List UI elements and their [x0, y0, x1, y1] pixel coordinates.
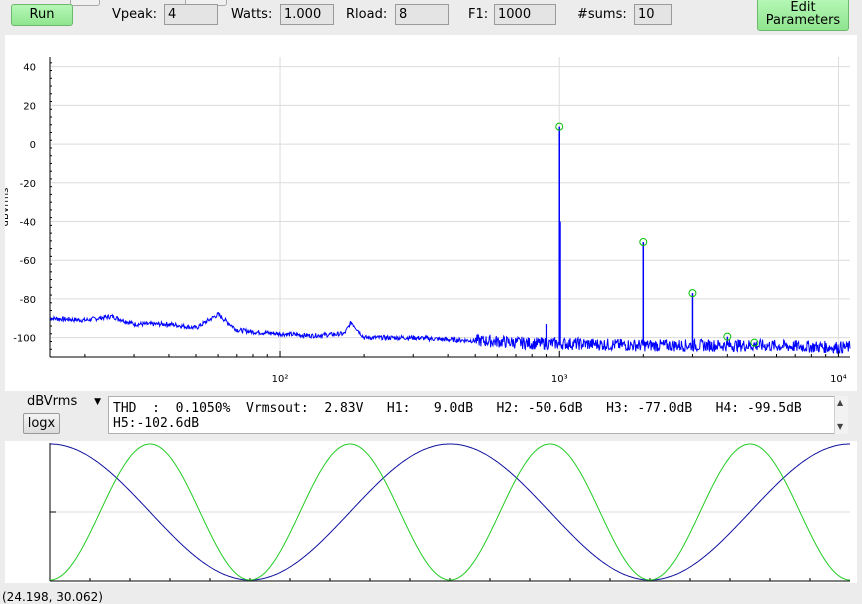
y-axis-label: dBVrms — [5, 188, 11, 227]
readout-line-2: H5:-102.6dB — [113, 416, 200, 431]
x-tick-label: 10⁴ — [830, 374, 847, 385]
f1-input[interactable]: 1000 — [494, 4, 556, 25]
logx-button[interactable]: logx — [23, 413, 60, 434]
toolbar: Run Vpeak: 4 Watts: 1.000 Rload: 8 F1: 1… — [0, 0, 862, 34]
x-tick-label: 10² — [272, 374, 289, 385]
y-tick-label: -100 — [13, 334, 36, 345]
toolbar-tab[interactable] — [70, 0, 100, 6]
edit-parameters-button[interactable]: Edit Parameters — [757, 0, 849, 31]
waveform-plot-panel[interactable] — [5, 441, 857, 583]
watts-label: Watts: — [231, 7, 273, 22]
sums-label: #sums: — [577, 7, 627, 22]
spectrum-chart[interactable]: 40 20 0 -20 -40 -60 -80 -100 10² 10³ 10⁴ Frequency d… — [5, 35, 857, 391]
thd-readout: THD : 0.1050% Vrmsout: 2.83V H1: 9.0dB H… — [108, 396, 848, 434]
y-tick-label: -60 — [20, 256, 36, 267]
vpeak-input[interactable]: 4 — [164, 4, 218, 25]
waveform-chart[interactable] — [5, 441, 857, 583]
scroll-up-icon[interactable]: ▲ — [837, 398, 843, 407]
spectrum-plot-panel[interactable]: 40 20 0 -20 -40 -60 -80 -100 10² 10³ 10⁴ Frequency d… — [5, 35, 857, 391]
rload-input[interactable]: 8 — [395, 4, 449, 25]
run-button[interactable]: Run — [11, 4, 73, 26]
edit-parameters-label-2: Parameters — [765, 13, 841, 28]
rload-label: Rload: — [346, 7, 388, 22]
chevron-down-icon: ▼ — [94, 397, 101, 407]
cursor-coordinates: (24.198, 30.062) — [2, 590, 103, 604]
y-tick-label: -80 — [20, 295, 36, 306]
y-tick-label: -20 — [20, 179, 36, 190]
y-tick-label: 40 — [23, 63, 36, 74]
f1-label: F1: — [468, 7, 489, 22]
unit-select-value: dBVrms — [27, 394, 78, 409]
y-tick-label: 20 — [23, 101, 36, 112]
watts-input[interactable]: 1.000 — [280, 4, 334, 25]
vpeak-label: Vpeak: — [112, 7, 158, 22]
unit-select[interactable]: dBVrms ▼ — [23, 393, 105, 411]
x-axis-label: Frequency — [424, 390, 476, 391]
x-tick-label: 10³ — [551, 374, 568, 385]
sums-input[interactable]: 10 — [634, 4, 672, 25]
y-tick-label: -40 — [20, 218, 36, 229]
readout-scrollbar[interactable]: ▲ ▼ — [834, 396, 848, 434]
readout-line-1: THD : 0.1050% Vrmsout: 2.83V H1: 9.0dB H… — [113, 401, 802, 416]
scroll-down-icon[interactable]: ▼ — [837, 422, 843, 431]
spectrum-noise-trace — [49, 311, 851, 355]
y-tick-label: 0 — [30, 140, 36, 151]
